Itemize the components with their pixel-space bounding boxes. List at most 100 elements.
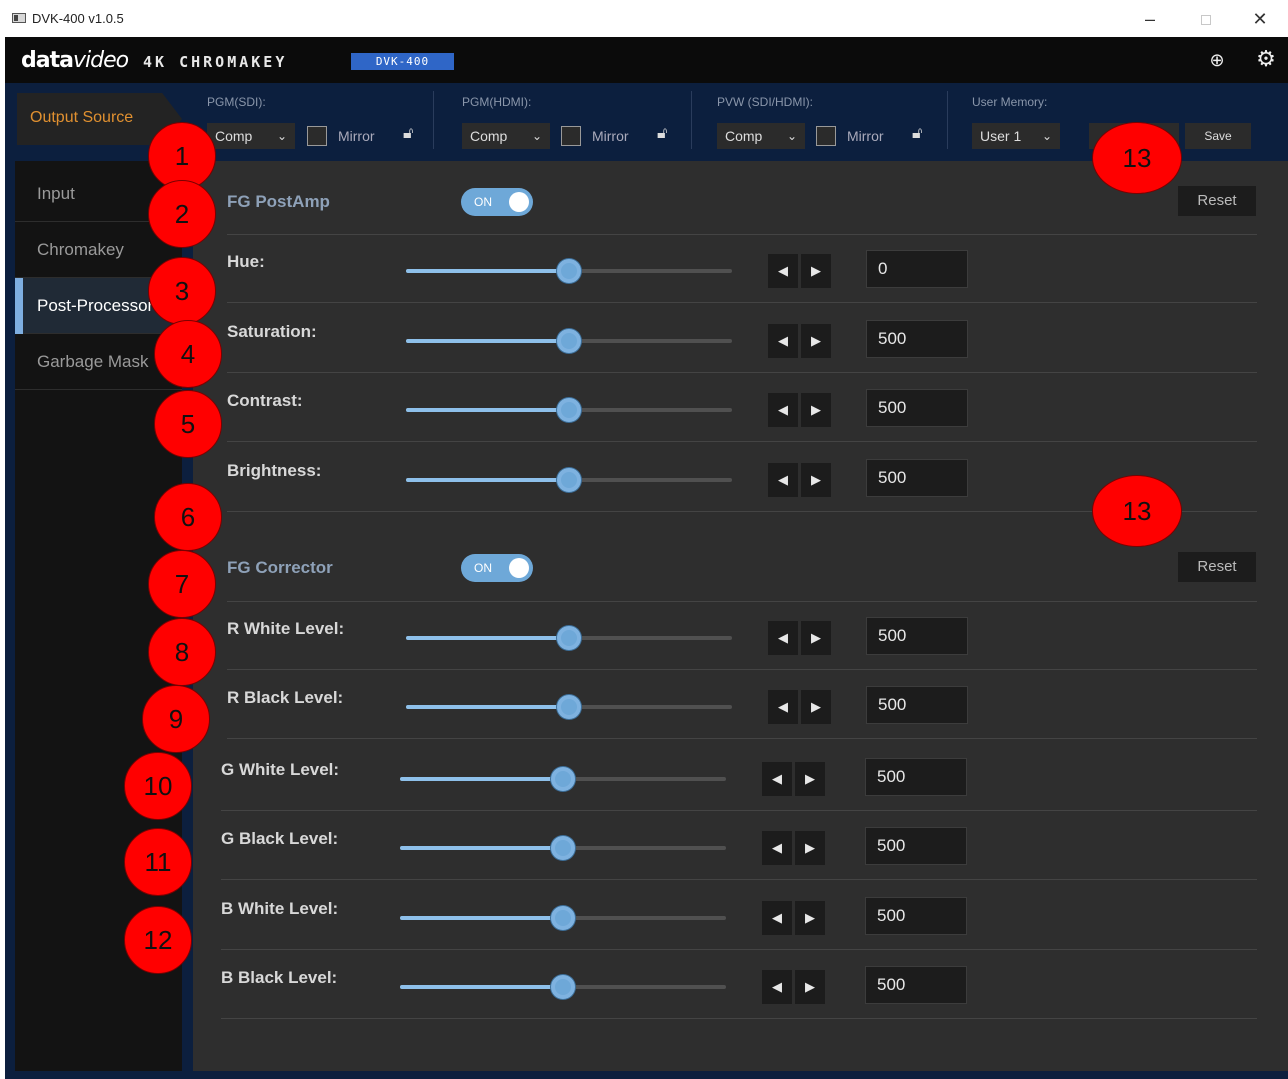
divider (433, 91, 434, 149)
g-white-level-increment-button[interactable]: ▶ (795, 762, 825, 796)
callout-marker: 13 (1092, 122, 1182, 194)
arrow-left-icon: ◀ (772, 771, 782, 786)
b-black-level-increment-button[interactable]: ▶ (795, 970, 825, 1004)
b-black-level-value-field[interactable]: 500 (865, 966, 967, 1004)
product-name: 4K CHROMAKEY (143, 53, 288, 71)
g-black-level-slider-thumb[interactable] (551, 836, 575, 860)
contrast-slider-thumb[interactable] (557, 398, 581, 422)
arrow-right-icon: ▶ (811, 630, 821, 645)
divider (227, 669, 1257, 670)
postamp-title: FG PostAmp (227, 192, 330, 211)
maximize-button[interactable] (1186, 6, 1226, 32)
slider-fill (406, 478, 569, 482)
arrow-left-icon: ◀ (778, 333, 788, 348)
pgm-hdmi-select[interactable]: Comp ⌄ (462, 123, 550, 149)
divider (227, 302, 1257, 303)
pvw-lock-icon[interactable]: 🔓︎ (912, 125, 926, 147)
callout-marker: 8 (148, 618, 216, 686)
divider (221, 1018, 1257, 1019)
maximize-icon (1201, 15, 1211, 26)
gear-icon[interactable]: ⚙ (1255, 48, 1277, 70)
pgm-hdmi-lock-icon[interactable]: 🔓︎ (657, 125, 671, 147)
brightness-decrement-button[interactable]: ◀ (768, 463, 798, 497)
contrast-value-field[interactable]: 500 (866, 389, 968, 427)
pgm-sdi-select[interactable]: Comp ⌄ (207, 123, 295, 149)
r-white-level-value-field[interactable]: 500 (866, 617, 968, 655)
contrast-decrement-button[interactable]: ◀ (768, 393, 798, 427)
arrow-left-icon: ◀ (778, 402, 788, 417)
arrow-right-icon: ▶ (811, 402, 821, 417)
corrector-reset-button[interactable]: Reset (1178, 552, 1256, 582)
arrow-right-icon: ▶ (811, 333, 821, 348)
b-white-level-slider-thumb[interactable] (551, 906, 575, 930)
postamp-toggle[interactable]: ON (461, 188, 533, 216)
r-white-level-decrement-button[interactable]: ◀ (768, 621, 798, 655)
pvw-select[interactable]: Comp ⌄ (717, 123, 805, 149)
slider-fill (406, 339, 569, 343)
b-white-level-decrement-button[interactable]: ◀ (762, 901, 792, 935)
saturation-increment-button[interactable]: ▶ (801, 324, 831, 358)
brightness-increment-button[interactable]: ▶ (801, 463, 831, 497)
b-white-level-value-field[interactable]: 500 (865, 897, 967, 935)
hue-increment-button[interactable]: ▶ (801, 254, 831, 288)
r-black-level-slider-thumb[interactable] (557, 695, 581, 719)
pgm-sdi-mirror-checkbox[interactable] (307, 126, 327, 146)
r-white-level-increment-button[interactable]: ▶ (801, 621, 831, 655)
brand-bar: datavideo 4K CHROMAKEY DVK-400 ⊕ ⚙ (5, 37, 1288, 83)
hue-value-field[interactable]: 0 (866, 250, 968, 288)
minimize-button[interactable]: – (1130, 6, 1170, 32)
divider (221, 879, 1257, 880)
hue-decrement-button[interactable]: ◀ (768, 254, 798, 288)
g-white-level-value-field[interactable]: 500 (865, 758, 967, 796)
arrow-left-icon: ◀ (778, 630, 788, 645)
app-window: DVK-400 v1.0.5 – ✕ datavideo 4K CHROMAKE… (0, 0, 1288, 1079)
b-black-level-slider-thumb[interactable] (551, 975, 575, 999)
g-black-level-decrement-button[interactable]: ◀ (762, 831, 792, 865)
r-black-level-increment-button[interactable]: ▶ (801, 690, 831, 724)
brightness-value-field[interactable]: 500 (866, 459, 968, 497)
b-white-level-increment-button[interactable]: ▶ (795, 901, 825, 935)
arrow-left-icon: ◀ (772, 840, 782, 855)
title-bar: DVK-400 v1.0.5 – ✕ (0, 0, 1288, 37)
g-black-level-value-field[interactable]: 500 (865, 827, 967, 865)
pgm-hdmi-mirror-label: Mirror (592, 128, 629, 144)
r-white-level-label: R White Level: (227, 619, 345, 638)
r-black-level-value-field[interactable]: 500 (866, 686, 968, 724)
contrast-increment-button[interactable]: ▶ (801, 393, 831, 427)
hue-slider-thumb[interactable] (557, 259, 581, 283)
globe-icon[interactable]: ⊕ (1207, 50, 1227, 70)
close-button[interactable]: ✕ (1240, 6, 1280, 32)
g-black-level-increment-button[interactable]: ▶ (795, 831, 825, 865)
corrector-toggle[interactable]: ON (461, 554, 533, 582)
user-memory-select[interactable]: User 1 ⌄ (972, 123, 1060, 149)
saturation-slider-thumb[interactable] (557, 329, 581, 353)
callout-marker: 3 (148, 257, 216, 325)
callout-marker: 4 (154, 320, 222, 388)
slider-fill (406, 636, 569, 640)
b-black-level-decrement-button[interactable]: ◀ (762, 970, 792, 1004)
pgm-sdi-lock-icon[interactable]: 🔓︎ (403, 125, 417, 147)
pvw-mirror-checkbox[interactable] (816, 126, 836, 146)
postamp-reset-button[interactable]: Reset (1178, 186, 1256, 216)
g-white-level-slider-thumb[interactable] (551, 767, 575, 791)
callout-marker: 10 (124, 752, 192, 820)
g-white-level-decrement-button[interactable]: ◀ (762, 762, 792, 796)
slider-fill (400, 916, 563, 920)
pgm-hdmi-mirror-checkbox[interactable] (561, 126, 581, 146)
callout-marker: 6 (154, 483, 222, 551)
r-black-level-decrement-button[interactable]: ◀ (768, 690, 798, 724)
hue-label: Hue: (227, 252, 265, 271)
divider (691, 91, 692, 149)
slider-fill (406, 705, 569, 709)
b-black-level-label: B Black Level: (221, 968, 338, 987)
model-badge: DVK-400 (351, 53, 454, 70)
callout-marker: 9 (142, 685, 210, 753)
corrector-title: FG Corrector (227, 558, 333, 577)
save-button[interactable]: Save (1185, 123, 1251, 149)
app-icon (12, 13, 26, 23)
brightness-slider-thumb[interactable] (557, 468, 581, 492)
saturation-value-field[interactable]: 500 (866, 320, 968, 358)
r-white-level-slider-thumb[interactable] (557, 626, 581, 650)
pgm-hdmi-label: PGM(HDMI): (462, 95, 532, 109)
saturation-decrement-button[interactable]: ◀ (768, 324, 798, 358)
